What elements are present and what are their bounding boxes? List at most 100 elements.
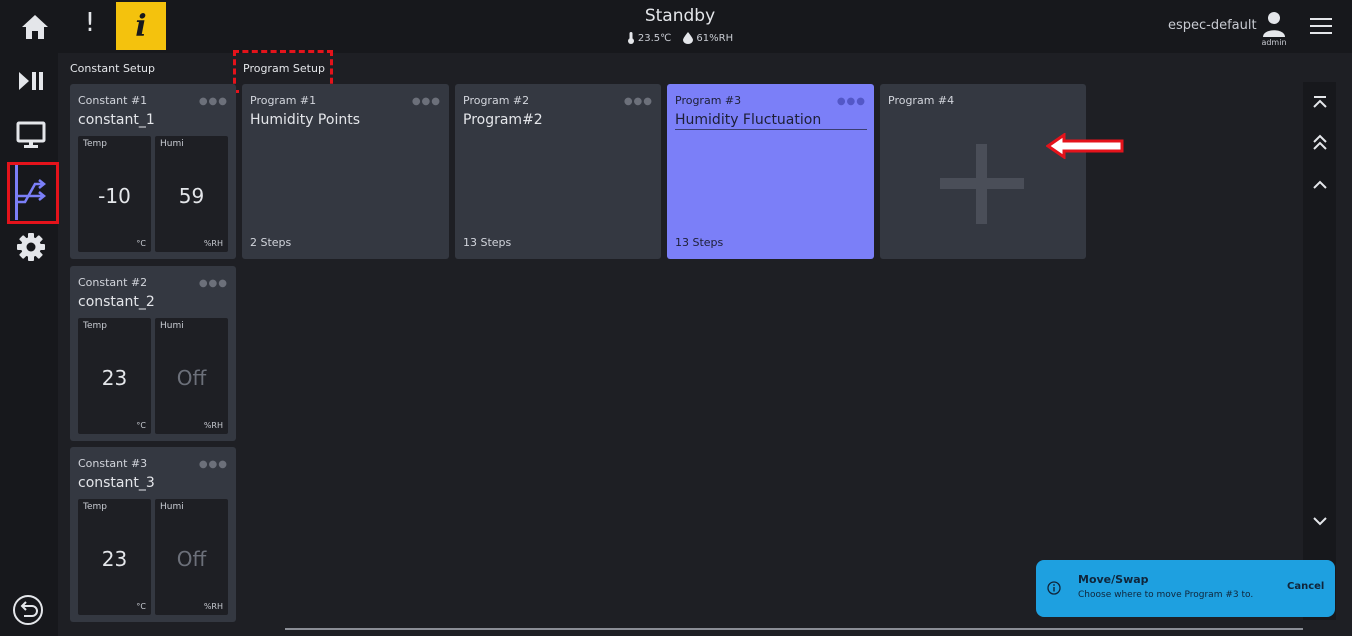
play-pause-icon [19,72,43,90]
more-options-icon[interactable]: ●●● [837,96,866,107]
top-bar: ! i Standby 23.5℃ 61%RH espec-default ad… [0,0,1352,53]
program-steps: 13 Steps [675,236,724,249]
back-button[interactable] [12,594,44,626]
humi-value: 59 [178,184,205,208]
constant-number: Constant #1 [78,94,148,107]
temp-label: Temp [83,139,107,149]
program-card-empty[interactable]: Program #4 [880,84,1086,259]
program-steps: 2 Steps [250,236,292,249]
scroll-up-button[interactable] [1309,174,1331,196]
user-icon [1263,12,1285,37]
temp-unit: °C [136,239,146,248]
humi-panel: Humi Off %RH [155,318,228,434]
more-options-icon[interactable]: ●●● [624,96,653,107]
more-options-icon[interactable]: ●●● [199,278,228,289]
hamburger-menu-button[interactable] [1310,18,1334,38]
more-options-icon[interactable]: ●●● [412,96,441,107]
monitor-icon [16,121,46,148]
humi-value: Off [176,547,207,571]
left-navigation [0,53,58,636]
program-card[interactable]: Program #1 ●●● Humidity Points 2 Steps [242,84,449,259]
humi-unit: %RH [203,421,223,430]
undo-icon [13,595,43,625]
constant-name: constant_2 [78,294,155,310]
temp-value: 23 [101,366,128,390]
nav-settings[interactable] [8,225,54,269]
program-name: Humidity Points [250,112,360,128]
program-number: Program #1 [250,94,317,107]
double-chevron-up-icon [1313,134,1327,150]
temp-label: Temp [83,321,107,331]
move-swap-toast: Move/Swap Choose where to move Program #… [1036,560,1335,617]
temp-unit: °C [136,421,146,430]
constant-name: constant_3 [78,475,155,491]
humidity-reading: 61%RH [696,32,734,44]
program-card[interactable]: Program #2 ●●● Program#2 13 Steps [455,84,661,259]
gear-icon [17,233,45,261]
chevron-up-icon [1313,180,1327,189]
temp-label: Temp [83,502,107,512]
constant-card[interactable]: Constant #3 ●●● constant_3 Temp 23 °C Hu… [70,447,236,622]
page-up-button[interactable] [1309,132,1331,154]
user-button[interactable]: admin [1256,10,1292,48]
humidity-icon [683,32,694,44]
temp-value: 23 [101,547,128,571]
temp-panel: Temp -10 °C [78,136,151,252]
arrow-left-icon [1046,133,1124,159]
temp-panel: Temp 23 °C [78,318,151,434]
toast-cancel-button[interactable]: Cancel [1287,581,1324,592]
status-readings: 23.5℃ 61%RH [560,32,800,44]
program-number: Program #2 [463,94,530,107]
program-steps: 13 Steps [463,236,512,249]
info-button[interactable]: i [116,2,166,50]
toast-title: Move/Swap [1078,573,1149,586]
toast-message: Choose where to move Program #3 to. [1078,590,1254,600]
scroll-top-icon [1313,96,1327,108]
scroll-rail [1303,82,1336,620]
info-circle-icon [1047,581,1061,595]
program-setup-title: Program Setup [243,62,325,75]
more-options-icon[interactable]: ●●● [199,459,228,470]
temp-unit: °C [136,602,146,611]
annotation-nav-highlight [7,162,59,224]
app-root: ! i Standby 23.5℃ 61%RH espec-default ad… [0,0,1352,636]
exclamation-icon: ! [84,8,96,38]
info-icon: i [135,8,147,44]
humi-panel: Humi Off %RH [155,499,228,615]
humi-unit: %RH [203,602,223,611]
program-card-selected[interactable]: Program #3 ●●● Humidity Fluctuation 13 S… [667,84,874,259]
horizontal-scrollbar[interactable] [285,628,1303,630]
more-options-icon[interactable]: ●●● [199,96,228,107]
humi-panel: Humi 59 %RH [155,136,228,252]
profile-name: espec-default [1168,18,1257,33]
scroll-down-button[interactable] [1309,510,1331,532]
constant-card[interactable]: Constant #2 ●●● constant_2 Temp 23 °C Hu… [70,266,236,441]
program-name: Program#2 [463,112,543,128]
nav-run-pause[interactable] [8,59,54,103]
constant-number: Constant #2 [78,276,148,289]
home-button[interactable] [20,12,50,42]
humi-label: Humi [160,139,184,149]
chevron-down-icon [1313,517,1327,526]
program-number: Program #3 [675,94,742,107]
nav-monitor[interactable] [8,113,54,157]
temp-value: -10 [98,184,131,208]
scroll-top-button[interactable] [1309,92,1331,114]
constant-number: Constant #3 [78,457,148,470]
humi-value: Off [176,366,207,390]
alert-button[interactable]: ! [82,8,98,44]
user-role: admin [1261,38,1287,47]
constant-name: constant_1 [78,112,155,128]
program-number: Program #4 [888,94,955,107]
constant-setup-title: Constant Setup [70,62,155,75]
thermometer-icon [627,32,634,44]
humi-label: Humi [160,321,184,331]
temp-panel: Temp 23 °C [78,499,151,615]
chamber-status: Standby [644,6,716,26]
temperature-reading: 23.5℃ [637,32,672,44]
home-icon [22,15,48,39]
program-name: Humidity Fluctuation [675,112,867,130]
humi-unit: %RH [203,239,223,248]
constant-card[interactable]: Constant #1 ●●● constant_1 Temp -10 °C H… [70,84,236,259]
humi-label: Humi [160,502,184,512]
